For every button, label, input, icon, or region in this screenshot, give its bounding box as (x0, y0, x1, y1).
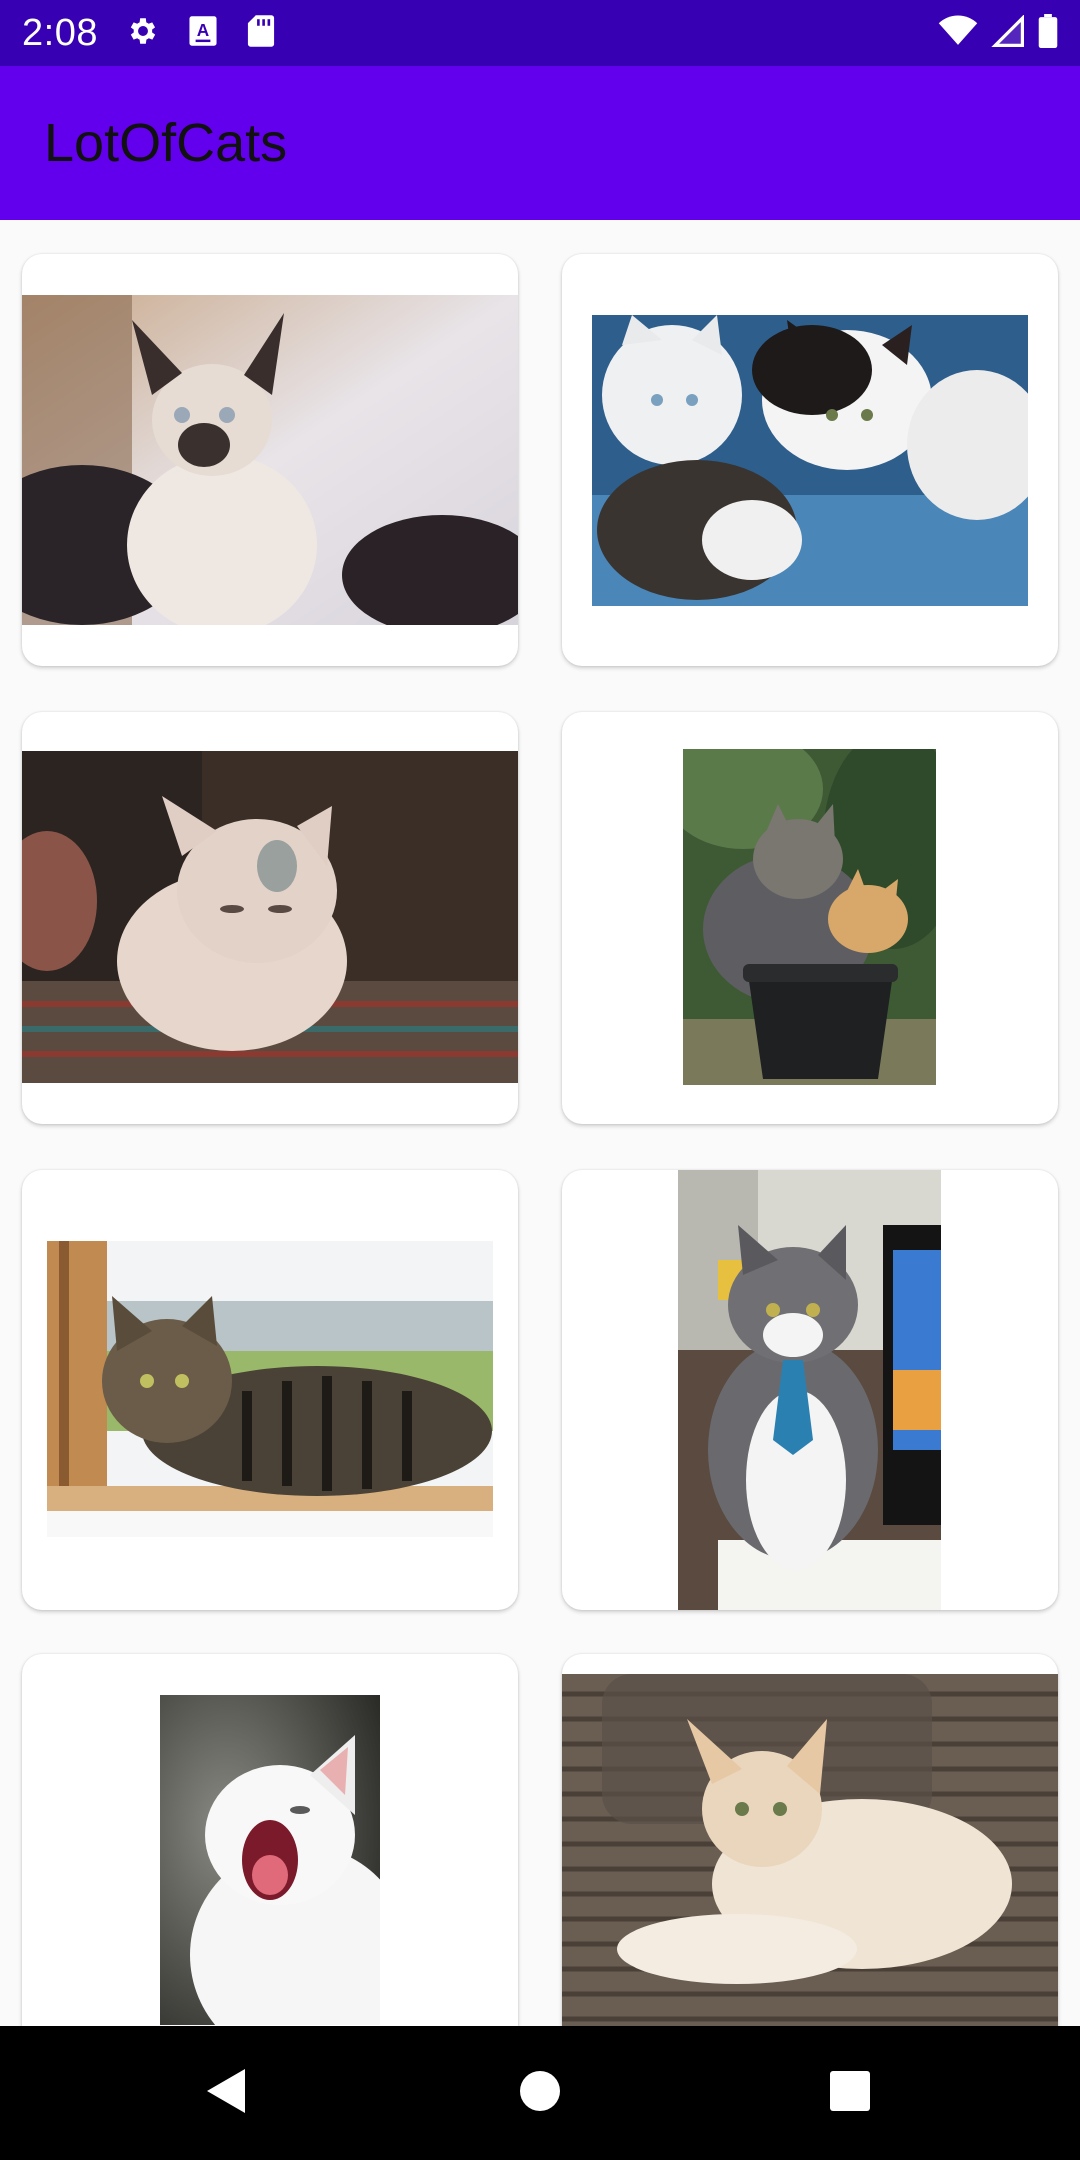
cat-photo[interactable] (592, 315, 1028, 606)
home-button[interactable] (480, 2026, 600, 2160)
settings-icon (126, 14, 160, 53)
back-icon (205, 2067, 247, 2120)
wifi-icon (938, 15, 978, 52)
cat-photo[interactable] (47, 1241, 493, 1537)
svg-text:A: A (197, 19, 209, 39)
a-keyboard-icon: A (188, 15, 218, 52)
cat-photo[interactable] (22, 295, 518, 625)
status-time: 2:08 (22, 11, 98, 54)
cat-card[interactable] (562, 1654, 1058, 2026)
cat-photo[interactable] (683, 749, 936, 1085)
back-button[interactable] (166, 2026, 286, 2160)
cat-photo[interactable] (22, 751, 518, 1083)
cat-card[interactable] (22, 254, 518, 666)
cat-grid[interactable] (0, 220, 1080, 2026)
app-bar: LotOfCats (0, 66, 1080, 220)
cat-card[interactable] (22, 1170, 518, 1610)
cat-card[interactable] (22, 712, 518, 1124)
cat-card[interactable] (22, 1654, 518, 2026)
cat-photo[interactable] (678, 1170, 941, 1610)
recents-button[interactable] (790, 2026, 910, 2160)
cat-card[interactable] (562, 254, 1058, 666)
cat-photo[interactable] (160, 1695, 380, 2025)
cat-card[interactable] (562, 712, 1058, 1124)
app-title: LotOfCats (44, 113, 288, 173)
recents-icon (830, 2070, 870, 2116)
status-bar: 2:08 A (0, 0, 1080, 66)
sd-card-icon (246, 14, 276, 53)
battery-icon (1038, 13, 1058, 53)
home-icon (519, 2070, 561, 2117)
cell-signal-icon (990, 13, 1026, 52)
cat-photo[interactable] (562, 1674, 1058, 2026)
cat-card[interactable] (562, 1170, 1058, 1610)
nav-bar (0, 2026, 1080, 2160)
